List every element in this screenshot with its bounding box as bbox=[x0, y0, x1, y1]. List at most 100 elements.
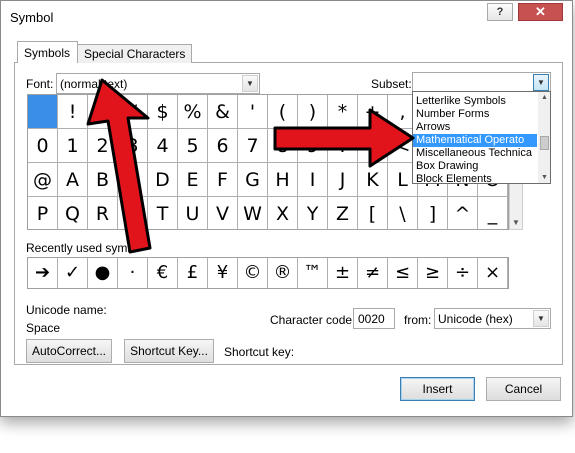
symbol-cell[interactable]: 2 bbox=[88, 129, 118, 163]
subset-dropdown[interactable]: ▼ bbox=[412, 72, 551, 93]
symbol-cell[interactable]: ; bbox=[358, 129, 388, 163]
recent-symbol-cell[interactable]: © bbox=[238, 258, 268, 288]
symbol-dialog: Symbol ? ✕ Special Characters Symbols Fo… bbox=[0, 0, 573, 417]
symbol-cell[interactable]: S bbox=[118, 197, 148, 229]
symbol-cell[interactable]: Z bbox=[328, 197, 358, 229]
symbol-cell[interactable]: W bbox=[238, 197, 268, 229]
symbol-cell[interactable]: B bbox=[88, 163, 118, 197]
symbol-cell[interactable]: ( bbox=[268, 95, 298, 129]
symbol-cell[interactable]: 1 bbox=[58, 129, 88, 163]
subset-options-list[interactable]: Letterlike Symbols Number Forms Arrows M… bbox=[412, 91, 551, 184]
recent-symbol-cell[interactable]: ¥ bbox=[208, 258, 238, 288]
symbol-cell[interactable]: 5 bbox=[178, 129, 208, 163]
recent-symbol-cell[interactable]: ≤ bbox=[388, 258, 418, 288]
symbol-cell[interactable]: 6 bbox=[208, 129, 238, 163]
recent-symbol-cell[interactable]: € bbox=[148, 258, 178, 288]
symbol-cell[interactable]: * bbox=[328, 95, 358, 129]
symbol-cell[interactable]: K bbox=[358, 163, 388, 197]
symbol-cell[interactable]: $ bbox=[148, 95, 178, 129]
symbol-cell[interactable]: _ bbox=[478, 197, 508, 229]
tab-special-characters[interactable]: Special Characters bbox=[77, 44, 193, 63]
subset-option[interactable]: Block Elements bbox=[413, 173, 537, 183]
symbol-cell[interactable]: # bbox=[118, 95, 148, 129]
symbol-cell[interactable]: " bbox=[88, 95, 118, 129]
symbol-cell[interactable]: % bbox=[178, 95, 208, 129]
chevron-down-icon[interactable]: ▼ bbox=[533, 310, 549, 327]
symbol-cell[interactable]: R bbox=[88, 197, 118, 229]
chevron-down-icon[interactable]: ▼ bbox=[533, 74, 549, 91]
symbol-cell[interactable]: Q bbox=[58, 197, 88, 229]
symbol-cell[interactable]: 7 bbox=[238, 129, 268, 163]
symbol-cell[interactable]: 0 bbox=[28, 129, 58, 163]
subset-option[interactable]: Arrows bbox=[413, 121, 537, 134]
cancel-button[interactable]: Cancel bbox=[486, 377, 561, 401]
symbol-cell[interactable]: 3 bbox=[118, 129, 148, 163]
recent-symbol-cell[interactable]: ● bbox=[88, 258, 118, 288]
help-button[interactable]: ? bbox=[487, 3, 513, 21]
symbol-cell[interactable]: ] bbox=[418, 197, 448, 229]
recent-symbol-cell[interactable]: ✓ bbox=[58, 258, 88, 288]
from-dropdown[interactable]: Unicode (hex) ▼ bbox=[434, 308, 551, 329]
symbol-cell[interactable]: X bbox=[268, 197, 298, 229]
symbol-cell[interactable]: E bbox=[178, 163, 208, 197]
symbol-cell[interactable]: 4 bbox=[148, 129, 178, 163]
recent-symbol-cell[interactable]: × bbox=[478, 258, 508, 288]
symbol-cell[interactable]: ' bbox=[238, 95, 268, 129]
subset-list-scrollbar[interactable]: ▲ ▼ bbox=[538, 92, 550, 183]
recent-symbol-cell[interactable]: ÷ bbox=[448, 258, 478, 288]
recent-symbol-cell[interactable]: ® bbox=[268, 258, 298, 288]
recent-symbol-cell[interactable]: · bbox=[118, 258, 148, 288]
symbol-cell[interactable]: \ bbox=[388, 197, 418, 229]
font-dropdown[interactable]: (normal text) ▼ bbox=[56, 73, 260, 94]
dialog-title: Symbol bbox=[10, 10, 54, 25]
tab-symbols[interactable]: Symbols bbox=[17, 41, 78, 63]
subset-option[interactable]: Miscellaneous Technica bbox=[413, 147, 537, 160]
symbol-cell[interactable]: F bbox=[208, 163, 238, 197]
symbol-cell[interactable]: + bbox=[358, 95, 388, 129]
symbol-cell[interactable]: : bbox=[328, 129, 358, 163]
symbol-cell-selected[interactable] bbox=[28, 95, 58, 129]
symbol-cell[interactable]: ^ bbox=[448, 197, 478, 229]
symbol-cell[interactable]: @ bbox=[28, 163, 58, 197]
character-code-input[interactable]: 0020 bbox=[353, 308, 395, 329]
scroll-thumb[interactable] bbox=[540, 136, 549, 150]
scroll-down-icon[interactable]: ▼ bbox=[541, 174, 548, 181]
recent-symbol-cell[interactable]: ➔ bbox=[28, 258, 58, 288]
recent-symbol-cell[interactable]: ± bbox=[328, 258, 358, 288]
symbol-cell[interactable]: J bbox=[328, 163, 358, 197]
symbol-cell[interactable]: ) bbox=[298, 95, 328, 129]
scroll-up-icon[interactable]: ▲ bbox=[541, 94, 548, 101]
symbol-cell[interactable]: P bbox=[28, 197, 58, 229]
symbol-cell[interactable]: & bbox=[208, 95, 238, 129]
from-label: from: bbox=[404, 313, 432, 327]
subset-option[interactable]: Letterlike Symbols bbox=[413, 95, 537, 108]
symbol-cell[interactable]: A bbox=[58, 163, 88, 197]
symbol-cell[interactable]: 9 bbox=[298, 129, 328, 163]
recent-symbol-cell[interactable]: ≠ bbox=[358, 258, 388, 288]
symbol-cell[interactable]: I bbox=[298, 163, 328, 197]
recent-symbol-cell[interactable]: ™ bbox=[298, 258, 328, 288]
autocorrect-button[interactable]: AutoCorrect... bbox=[26, 339, 112, 363]
shortcut-key-button[interactable]: Shortcut Key... bbox=[124, 339, 214, 363]
symbol-cell[interactable]: Y bbox=[298, 197, 328, 229]
recent-symbol-cell[interactable]: £ bbox=[178, 258, 208, 288]
insert-button[interactable]: Insert bbox=[400, 377, 475, 401]
symbol-cell[interactable]: C bbox=[118, 163, 148, 197]
symbol-cell[interactable]: [ bbox=[358, 197, 388, 229]
subset-option-selected[interactable]: Mathematical Operato bbox=[413, 134, 537, 147]
symbol-cell[interactable]: D bbox=[148, 163, 178, 197]
symbol-cell[interactable]: H bbox=[268, 163, 298, 197]
symbol-cell[interactable]: 8 bbox=[268, 129, 298, 163]
subset-option[interactable]: Number Forms bbox=[413, 108, 537, 121]
scroll-down-icon[interactable]: ▼ bbox=[512, 218, 520, 227]
symbol-cell[interactable]: V bbox=[208, 197, 238, 229]
close-button[interactable]: ✕ bbox=[518, 3, 563, 21]
chevron-down-icon[interactable]: ▼ bbox=[242, 75, 258, 92]
symbol-cell[interactable]: T bbox=[148, 197, 178, 229]
recently-used-grid[interactable]: ➔ ✓ ● · € £ ¥ © ® ™ ± ≠ ≤ ≥ ÷ × bbox=[27, 257, 509, 289]
symbol-cell[interactable]: ! bbox=[58, 95, 88, 129]
symbol-cell[interactable]: G bbox=[238, 163, 268, 197]
subset-option[interactable]: Box Drawing bbox=[413, 160, 537, 173]
symbol-cell[interactable]: U bbox=[178, 197, 208, 229]
recent-symbol-cell[interactable]: ≥ bbox=[418, 258, 448, 288]
